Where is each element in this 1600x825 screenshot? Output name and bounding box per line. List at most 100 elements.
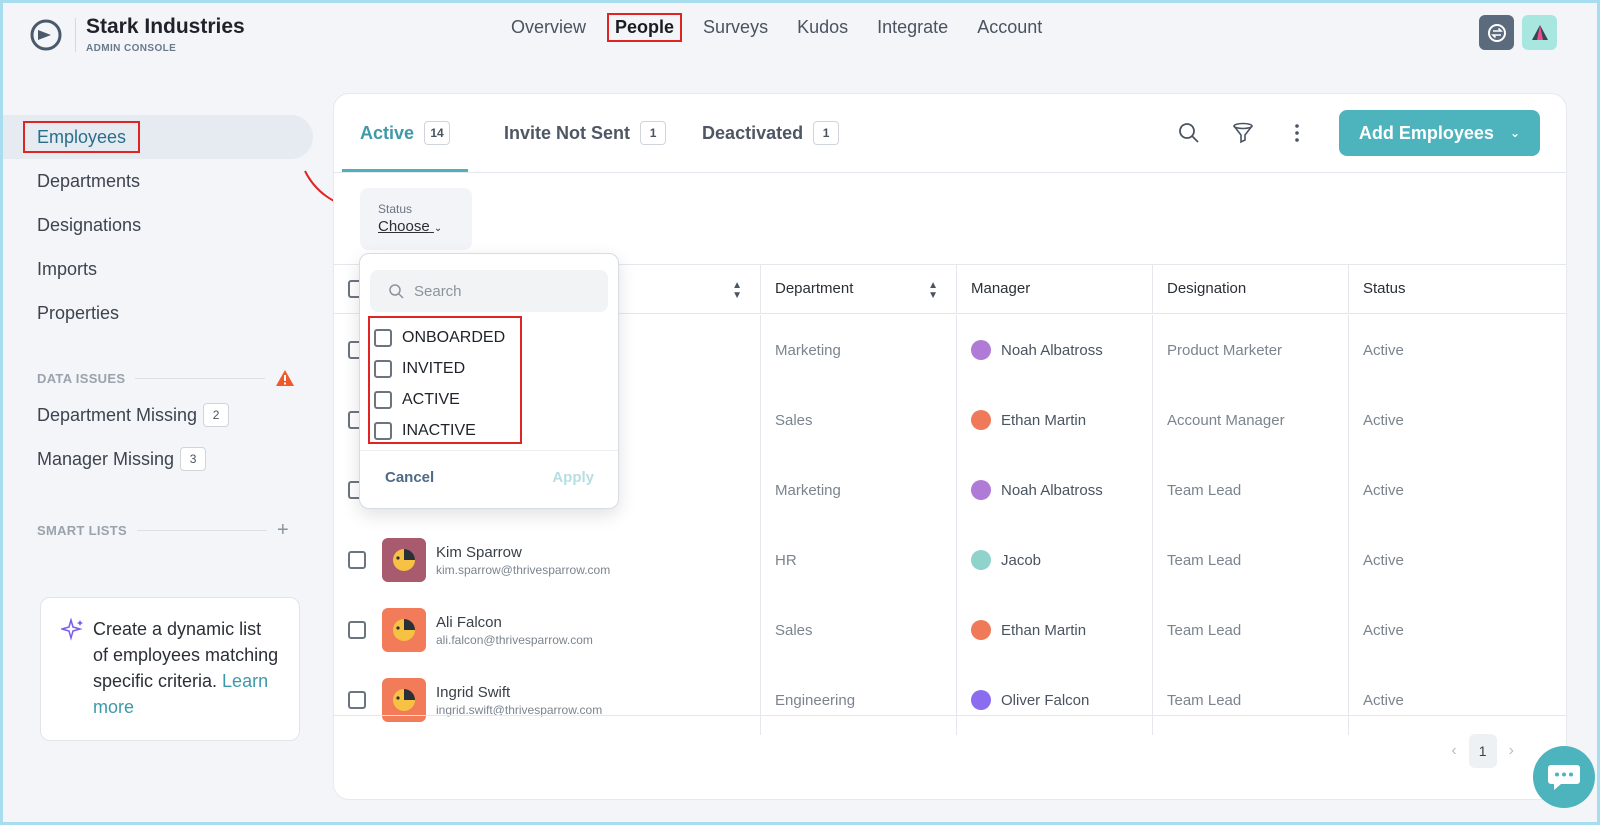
tab-invite-not-sent[interactable]: Invite Not Sent 1 [504, 94, 667, 172]
add-employees-button[interactable]: Add Employees ⌄ [1338, 110, 1540, 156]
switch-button[interactable] [1479, 15, 1514, 50]
status-cell: Active [1348, 525, 1566, 595]
employee-avatar [382, 608, 426, 652]
option-invited[interactable]: INVITED [370, 353, 520, 384]
manager-cell[interactable]: Ethan Martin [956, 385, 1152, 455]
row-select-cell [334, 525, 370, 595]
nav-account[interactable]: Account [969, 13, 1050, 42]
designation-cell: Product Marketer [1152, 315, 1348, 385]
filter-value: Choose ⌄ [378, 218, 443, 235]
table-bottom-divider [334, 715, 1566, 716]
status-dropdown: ONBOARDED INVITED ACTIVE INACTIVE Cancel… [359, 253, 619, 509]
switch-icon [1487, 23, 1506, 42]
manager-name: Ethan Martin [1001, 621, 1087, 639]
smart-lists-title: SMART LISTS [37, 522, 127, 538]
cancel-button[interactable]: Cancel [385, 469, 434, 486]
option-checkbox[interactable] [374, 328, 392, 347]
issue-department-missing[interactable]: Department Missing 2 [3, 393, 313, 437]
sparkle-icon [61, 618, 83, 641]
manager-avatar [971, 480, 991, 500]
department-cell: Sales [760, 385, 956, 455]
row-checkbox[interactable] [348, 621, 366, 639]
nav-people[interactable]: People [607, 13, 683, 42]
sidebar: Employees Departments Designations Impor… [3, 115, 313, 545]
profile-avatar[interactable] [1522, 15, 1557, 50]
sidebar-item-employees[interactable]: Employees [3, 115, 313, 159]
option-active[interactable]: ACTIVE [370, 384, 520, 415]
manager-name: Noah Albatross [1001, 341, 1103, 359]
filter-icon[interactable] [1231, 121, 1255, 145]
manager-name: Jacob [1001, 551, 1042, 569]
status-cell: Active [1348, 315, 1566, 385]
search-icon [389, 284, 404, 299]
issue-manager-missing[interactable]: Manager Missing 3 [3, 437, 313, 481]
row-checkbox[interactable] [348, 551, 366, 569]
nav-overview[interactable]: Overview [503, 13, 594, 42]
employee-cell[interactable]: Ali Falcon ali.falcon@thrivesparrow.com [370, 595, 760, 665]
manager-cell[interactable]: Ethan Martin [956, 595, 1152, 665]
sidebar-item-properties[interactable]: Properties [3, 291, 313, 335]
nav-kudos[interactable]: Kudos [789, 13, 856, 42]
sidebar-item-departments[interactable]: Departments [3, 159, 313, 203]
apply-button[interactable]: Apply [552, 469, 594, 486]
dropdown-search [370, 270, 608, 312]
data-issues-title: DATA ISSUES [37, 370, 126, 386]
chat-icon [1548, 765, 1580, 790]
more-options-icon[interactable] [1285, 121, 1309, 145]
manager-avatar [971, 620, 991, 640]
tab-count: 14 [424, 121, 451, 145]
status-tabs: Active 14 Invite Not Sent 1 Deactivated … [342, 94, 875, 172]
designation-cell: Team Lead [1152, 595, 1348, 665]
manager-cell[interactable]: Noah Albatross [956, 315, 1152, 385]
add-smart-list-icon[interactable]: + [277, 520, 289, 540]
header-status[interactable]: Status [1348, 265, 1566, 313]
sidebar-item-imports[interactable]: Imports [3, 247, 313, 291]
warning-icon [276, 370, 295, 386]
chat-button[interactable] [1533, 746, 1595, 808]
sort-icon[interactable]: ▲ ▼ [732, 265, 742, 301]
header-department[interactable]: Department ▲ ▼ [760, 265, 956, 313]
employee-name: Kim Sparrow [436, 543, 522, 561]
nav-integrate[interactable]: Integrate [869, 13, 956, 42]
manager-cell[interactable]: Noah Albatross [956, 455, 1152, 525]
employee-cell[interactable]: Ingrid Swift ingrid.swift@thrivesparrow.c… [370, 665, 760, 735]
option-checkbox[interactable] [374, 390, 392, 409]
next-page-icon[interactable]: › [1509, 742, 1514, 760]
tab-divider [334, 172, 1566, 173]
option-inactive[interactable]: INACTIVE [370, 415, 520, 446]
prev-page-icon[interactable]: ‹ [1451, 742, 1456, 760]
table-row[interactable]: Ingrid Swift ingrid.swift@thrivesparrow.c… [334, 665, 1566, 735]
department-cell: HR [760, 525, 956, 595]
sidebar-item-designations[interactable]: Designations [3, 203, 313, 247]
tab-deactivated[interactable]: Deactivated 1 [702, 94, 840, 172]
employee-cell[interactable]: Kim Sparrow kim.sparrow@thrivesparrow.com [370, 525, 760, 595]
tab-count: 1 [813, 121, 840, 145]
status-options: ONBOARDED INVITED ACTIVE INACTIVE [368, 316, 522, 444]
manager-cell[interactable]: Oliver Falcon [956, 665, 1152, 735]
table-row[interactable]: Kim Sparrow kim.sparrow@thrivesparrow.com… [334, 525, 1566, 595]
search-icon[interactable] [1177, 121, 1201, 145]
manager-name: Noah Albatross [1001, 481, 1103, 499]
header-manager[interactable]: Manager [956, 265, 1152, 313]
sort-icon[interactable]: ▲ ▼ [928, 265, 938, 301]
option-checkbox[interactable] [374, 359, 392, 378]
nav-surveys[interactable]: Surveys [695, 13, 776, 42]
section-divider [136, 529, 267, 531]
tab-active[interactable]: Active 14 [342, 94, 469, 172]
toolbar: Add Employees ⌄ [1177, 110, 1540, 156]
brand[interactable]: Stark Industries ADMIN CONSOLE [29, 15, 245, 54]
option-checkbox[interactable] [374, 421, 392, 440]
header-designation[interactable]: Designation [1152, 265, 1348, 313]
table-row[interactable]: Ali Falcon ali.falcon@thrivesparrow.com Sa… [334, 595, 1566, 665]
option-onboarded[interactable]: ONBOARDED [370, 322, 520, 353]
department-cell: Marketing [760, 455, 956, 525]
page-number[interactable]: 1 [1468, 734, 1497, 768]
manager-cell[interactable]: Jacob [956, 525, 1152, 595]
tab-label: Active [360, 122, 415, 143]
dropdown-search-input[interactable] [414, 282, 594, 300]
status-filter[interactable]: Status Choose ⌄ [360, 188, 472, 250]
manager-avatar [971, 550, 991, 570]
row-checkbox[interactable] [348, 691, 366, 709]
brand-name: Stark Industries [86, 15, 245, 38]
status-cell: Active [1348, 385, 1566, 455]
